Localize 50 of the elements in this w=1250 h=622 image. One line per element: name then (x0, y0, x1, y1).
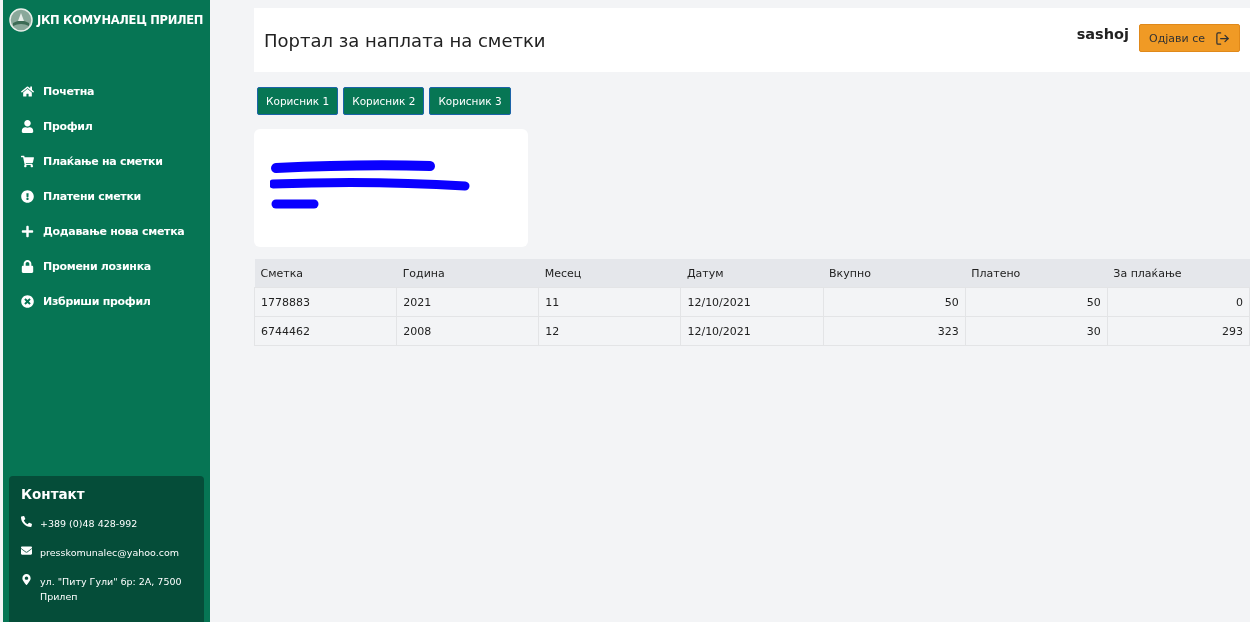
nav-item[interactable]: Почетна (21, 82, 204, 101)
lock-icon (21, 260, 34, 273)
plus-icon (21, 225, 34, 238)
column-header: Година (396, 259, 539, 288)
table-cell: 50 (965, 287, 1108, 317)
nav-item[interactable]: Платени сметки (21, 187, 204, 206)
logout-icon (1215, 30, 1230, 46)
table-cell: 0 (1107, 287, 1250, 317)
nav-item[interactable]: Додавање нова сметка (21, 222, 204, 241)
nav-item[interactable]: Плаќање на сметки (21, 152, 204, 171)
user-button[interactable]: Корисник 3 (429, 87, 511, 115)
nav-item[interactable]: Профил (21, 117, 204, 136)
table-cell: 323 (823, 316, 966, 346)
column-header: Сметка (254, 259, 397, 288)
contact-text: +389 (0)48 428-992 (40, 517, 138, 531)
logout-button[interactable]: Одјави се (1139, 24, 1240, 52)
table-cell: 30 (965, 316, 1108, 346)
table-cell: 12/10/2021 (680, 287, 824, 317)
column-header: Месец (538, 259, 681, 288)
table-cell: 12 (538, 316, 681, 346)
brand-name: ЈКП КОМУНАЛЕЦ ПРИЛЕП (37, 13, 204, 27)
page-title: Портал за наплата на сметки (264, 29, 547, 51)
logo-icon (9, 8, 33, 32)
column-header: Датум (680, 259, 824, 288)
phone-icon (21, 516, 32, 527)
home-icon (21, 85, 34, 98)
contact-text: ул. "Питу Гули" бр: 2А, 7500 Прилеп (40, 575, 183, 604)
user-icon (21, 120, 34, 133)
map-pin-icon (21, 574, 32, 585)
table-cell: 1778883 (254, 287, 397, 317)
table-cell: 12/10/2021 (680, 316, 824, 346)
table-cell: 50 (823, 287, 966, 317)
cart-icon (21, 155, 34, 168)
table-cell: 6744462 (254, 316, 397, 346)
column-header: Вкупно (823, 259, 966, 288)
contact-text: presskomunalec@yahoo.com (40, 546, 179, 560)
alert-icon (21, 190, 34, 203)
table-cell: 293 (1107, 316, 1250, 346)
user-button[interactable]: Корисник 1 (257, 87, 339, 115)
table-cell: 2008 (396, 316, 539, 346)
table-cell: 11 (538, 287, 681, 317)
column-header: За плаќање (1107, 259, 1250, 288)
contact-title: Контакт (21, 486, 86, 502)
mail-icon (21, 545, 32, 556)
nav-item[interactable]: Избриши профил (21, 292, 204, 311)
column-header: Платено (965, 259, 1108, 288)
nav-item[interactable]: Промени лозинка (21, 257, 204, 276)
table-cell: 2021 (396, 287, 539, 317)
username: sashoj (1076, 26, 1129, 42)
user-button[interactable]: Корисник 2 (343, 87, 425, 115)
